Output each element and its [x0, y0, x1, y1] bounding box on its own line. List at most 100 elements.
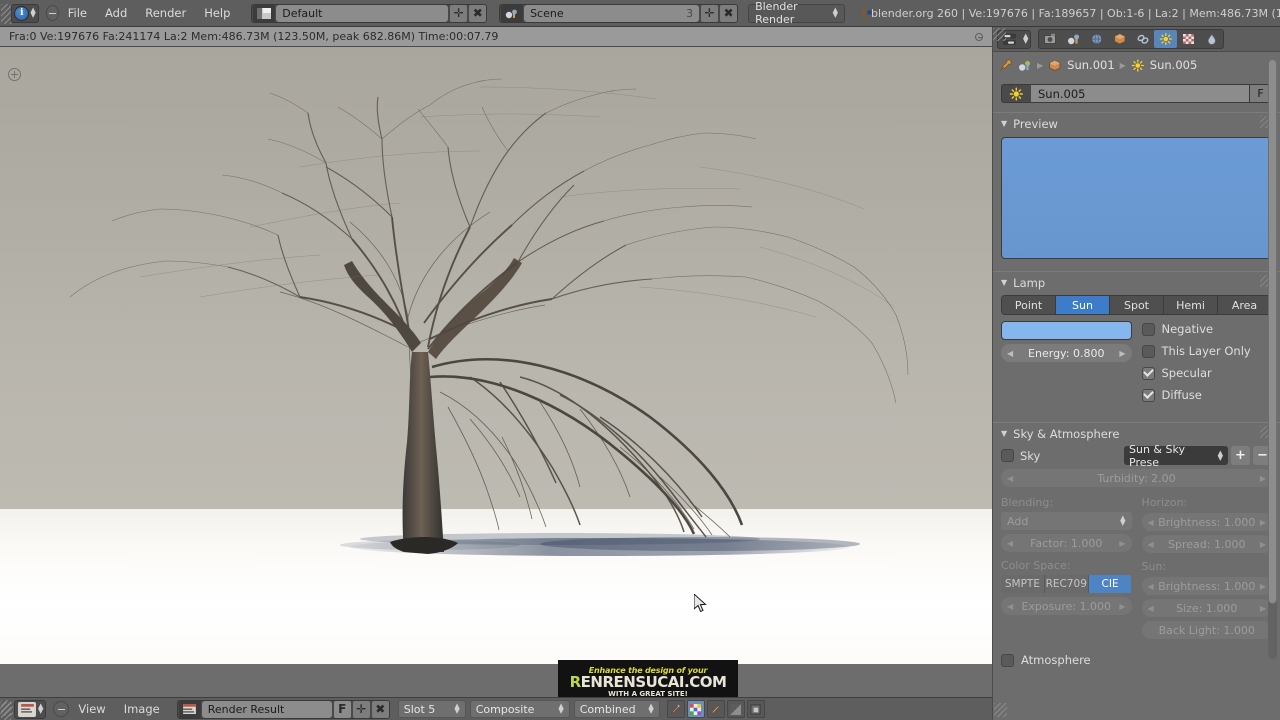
object-tab[interactable] [1108, 30, 1131, 48]
zdepth-icon[interactable] [746, 700, 765, 718]
breadcrumb-object-name[interactable]: Sun.001 [1067, 58, 1114, 72]
exposure-slider[interactable]: ◀ Exposure: 1.000 ▶ [1001, 597, 1132, 615]
delete-scene-button[interactable]: ✖ [720, 4, 738, 22]
add-scene-button[interactable]: ✛ [701, 4, 719, 22]
constraints-tab[interactable] [1131, 30, 1154, 48]
this-layer-only-checkbox-row[interactable]: This Layer Only [1141, 340, 1273, 362]
render-layer-selector[interactable]: Composite ▲ ▼ [469, 700, 570, 718]
properties-scrollbar[interactable] [1268, 59, 1277, 659]
right-arrow-icon[interactable]: ▶ [1260, 474, 1266, 483]
colorspace-cie[interactable]: CIE [1088, 575, 1132, 593]
spread-slider[interactable]: ◀ Spread: 1.000 ▶ [1141, 535, 1272, 553]
sky-left-col: Blending: Add ▲ ▼ ◀ Factor: 1.000 ▶ Color… [1001, 489, 1132, 639]
plus-circle-icon[interactable] [8, 68, 21, 81]
menu-image[interactable]: Image [115, 698, 169, 720]
lamp-color-swatch[interactable] [1001, 321, 1132, 340]
screen-layout-datablock[interactable]: Default ✛ ✖ [251, 3, 488, 23]
scene-tab[interactable] [1062, 30, 1085, 48]
scene-datablock[interactable]: Scene 3 ✛ ✖ [499, 3, 739, 23]
editor-type-selector[interactable]: i ▲ ▼ [11, 3, 39, 23]
delete-image-button[interactable]: ✖ [371, 700, 389, 718]
menu-file[interactable]: File [59, 0, 96, 27]
negative-checkbox[interactable] [1141, 322, 1155, 336]
turbidity-slider[interactable]: ◀ Turbidity: 2.00 ▶ [1001, 469, 1272, 487]
right-arrow-icon[interactable]: ▶ [1119, 602, 1125, 611]
sky-preset-selector[interactable]: Sun & Sky Prese ▲ ▼ [1124, 443, 1228, 469]
add-preset-button[interactable]: + [1231, 446, 1250, 465]
lamp-type-point[interactable]: Point [1002, 296, 1056, 314]
preview-panel-header[interactable]: ▼ Preview [993, 112, 1280, 134]
menu-view[interactable]: View [69, 698, 114, 720]
bottom-collapse-icon[interactable] [53, 701, 70, 717]
lamp-name-input[interactable]: Sun.005 [1031, 84, 1250, 103]
particles-tab[interactable] [1200, 30, 1223, 48]
blending-selector[interactable]: Add ▲ ▼ [1001, 512, 1132, 530]
scrollbar-thumb[interactable] [1268, 59, 1277, 604]
this-layer-only-checkbox[interactable] [1141, 344, 1155, 358]
lamp-energy-slider[interactable]: ◀ Energy: 0.800 ▶ [1001, 344, 1132, 362]
color-manage-icon[interactable] [686, 700, 705, 718]
sun-size-slider[interactable]: ◀ Size: 1.000 ▶ [1141, 599, 1272, 617]
negative-checkbox-row[interactable]: Negative [1141, 318, 1273, 340]
colorspace-rec709[interactable]: REC709 [1044, 575, 1089, 593]
menu-help[interactable]: Help [195, 0, 239, 27]
specular-checkbox-row[interactable]: Specular [1141, 362, 1273, 384]
properties-editor: ▲ ▼ ▶ Sun.001 ▶ Sun.005 Sun.005 F ▼ Prev… [992, 27, 1280, 720]
render-tab[interactable] [1039, 30, 1062, 48]
menu-add[interactable]: Add [96, 0, 136, 27]
horizon-brightness-slider[interactable]: ◀ Brightness: 1.000 ▶ [1141, 513, 1272, 531]
sky-panel-header[interactable]: ▼ Sky & Atmosphere [993, 422, 1280, 444]
atmosphere-row[interactable]: Atmosphere [1001, 653, 1272, 667]
texture-tab[interactable] [1177, 30, 1200, 48]
screen-layout-name[interactable]: Default [276, 4, 449, 22]
breadcrumb: ▶ Sun.001 ▶ Sun.005 [993, 52, 1280, 78]
right-arrow-icon[interactable]: ▶ [1260, 604, 1266, 613]
lamp-type-sun[interactable]: Sun [1056, 296, 1110, 314]
area-corner-grip[interactable] [994, 703, 1007, 717]
diffuse-checkbox-row[interactable]: Diffuse [1141, 384, 1273, 406]
lamp-preview-render[interactable] [1001, 137, 1272, 259]
colorspace-smpte[interactable]: SMPTE [1001, 575, 1045, 593]
data-tab[interactable] [1154, 30, 1178, 48]
properties-header: ▲ ▼ [993, 27, 1280, 52]
draw-icon[interactable] [706, 700, 725, 718]
collapse-menu-icon[interactable] [45, 5, 59, 21]
render-pass-selector[interactable]: Combined ▲ ▼ [573, 700, 660, 718]
image-editor-viewport[interactable] [0, 47, 992, 664]
render-engine-selector[interactable]: Blender Render ▲ ▼ [748, 0, 845, 26]
lamp-type-hemi[interactable]: Hemi [1164, 296, 1218, 314]
fake-user-button[interactable]: F [333, 700, 351, 718]
alpha-icon[interactable] [726, 700, 745, 718]
render-slot-selector[interactable]: Slot 5 ▲ ▼ [397, 700, 466, 718]
delete-screen-button[interactable]: ✖ [469, 4, 487, 22]
lamp-type-area[interactable]: Area [1218, 296, 1271, 314]
atmosphere-checkbox[interactable] [1001, 653, 1014, 667]
breadcrumb-data-name[interactable]: Sun.005 [1150, 58, 1197, 72]
area-corner-grip[interactable] [0, 702, 13, 716]
area-corner-grip[interactable] [993, 28, 1006, 41]
factor-slider[interactable]: ◀ Factor: 1.000 ▶ [1001, 534, 1132, 552]
sky-checkbox[interactable] [1001, 449, 1014, 462]
diffuse-checkbox[interactable] [1141, 388, 1155, 402]
sun-brightness-slider[interactable]: ◀ Brightness: 1.000 ▶ [1141, 577, 1272, 595]
add-image-button[interactable]: ✛ [352, 700, 370, 718]
image-name[interactable]: Render Result [201, 700, 332, 718]
scene-name[interactable]: Scene 3 [524, 4, 700, 22]
add-screen-button[interactable]: ✛ [450, 4, 468, 22]
right-arrow-icon[interactable]: ▶ [1260, 518, 1266, 527]
right-arrow-icon[interactable]: ▶ [1260, 582, 1266, 591]
specular-checkbox[interactable] [1141, 366, 1155, 380]
pin-icon[interactable] [999, 58, 1013, 72]
image-datablock[interactable]: Render Result F ✛ ✖ [176, 699, 390, 719]
lamp-type-spot[interactable]: Spot [1110, 296, 1164, 314]
right-arrow-icon[interactable]: ▶ [1119, 539, 1125, 548]
bottom-editor-type-selector[interactable]: ▲ ▼ [14, 699, 47, 719]
world-tab[interactable] [1085, 30, 1108, 48]
back-light-slider[interactable]: ◀ Back Light: 1.000 ▶ [1141, 621, 1272, 639]
paint-icon[interactable] [666, 700, 685, 718]
lamp-panel-header[interactable]: ▼ Lamp [993, 271, 1280, 293]
menu-render[interactable]: Render [136, 0, 195, 27]
right-arrow-icon[interactable]: ▶ [1260, 540, 1266, 549]
right-arrow-icon[interactable]: ▶ [1119, 349, 1125, 358]
collapse-icon[interactable] [975, 33, 983, 41]
